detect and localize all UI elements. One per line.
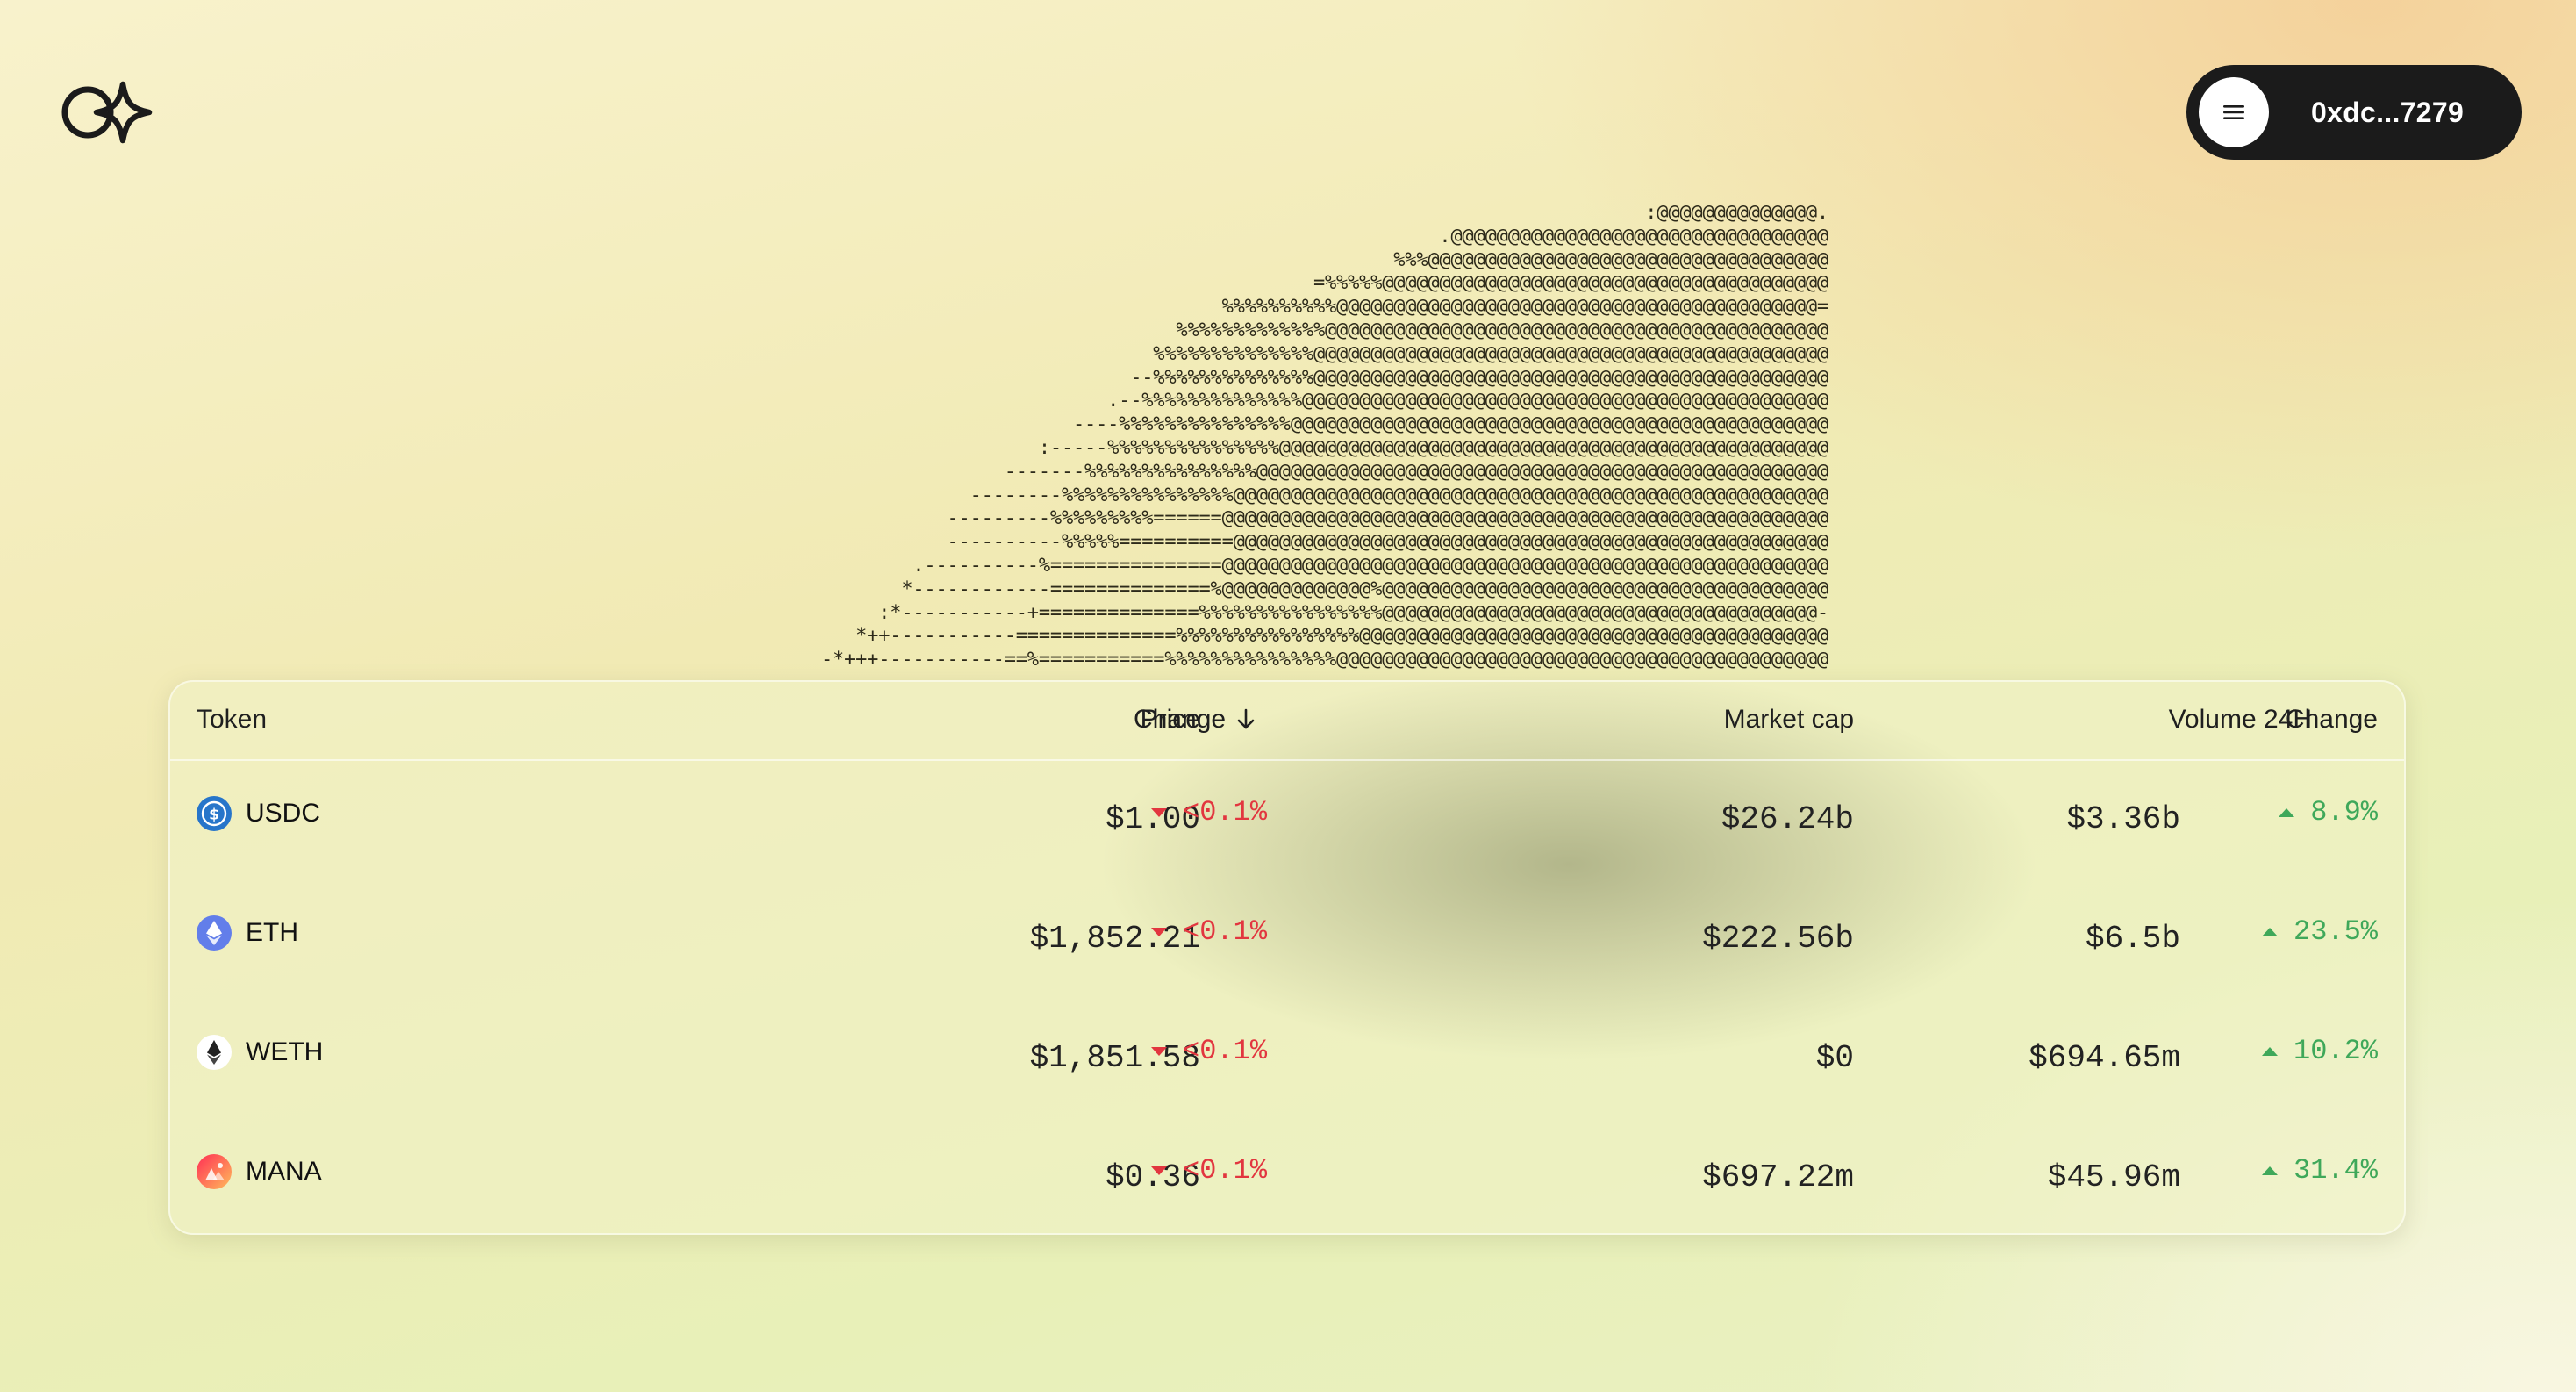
volume-change-cell: 23.5% bbox=[2261, 915, 2378, 948]
usdc-icon: $ bbox=[197, 796, 232, 831]
triangle-down-icon bbox=[1151, 807, 1167, 817]
triangle-up-icon bbox=[2279, 807, 2295, 817]
volume-change-value: 23.5% bbox=[2293, 915, 2378, 948]
table-row[interactable]: WETH $1,851.58 <0.1% $0 $694.65m 10.2% bbox=[170, 998, 2404, 1117]
change-cell: <0.1% bbox=[1151, 796, 1267, 829]
change-cell: <0.1% bbox=[1151, 915, 1267, 948]
table-row[interactable]: MANA $0.36 <0.1% $697.22m $45.96m 31.4% bbox=[170, 1117, 2404, 1233]
eth-icon bbox=[197, 915, 232, 951]
table-header: Token Price Change Market cap Volume 24H… bbox=[170, 682, 2404, 761]
triangle-down-icon bbox=[1151, 927, 1167, 936]
market-cap-cell: $26.24b bbox=[1721, 801, 1854, 837]
volume-cell: $45.96m bbox=[2047, 1159, 2180, 1195]
change-value: <0.1% bbox=[1183, 1035, 1268, 1067]
token-cell: ETH bbox=[197, 915, 298, 951]
token-name: WETH bbox=[246, 1037, 324, 1066]
triangle-down-icon bbox=[1151, 1046, 1167, 1056]
volume-change-value: 31.4% bbox=[2293, 1154, 2378, 1187]
volume-change-value: 8.9% bbox=[2310, 796, 2378, 829]
arrow-down-icon bbox=[1237, 708, 1255, 729]
token-cell: MANA bbox=[197, 1154, 322, 1189]
column-header-change[interactable]: Change bbox=[1134, 705, 1256, 735]
column-header-token: Token bbox=[197, 705, 268, 734]
change-value: <0.1% bbox=[1183, 915, 1268, 948]
change-value: <0.1% bbox=[1183, 1154, 1268, 1187]
triangle-up-icon bbox=[2261, 1166, 2278, 1175]
volume-change-cell: 31.4% bbox=[2261, 1154, 2378, 1187]
logo-icon[interactable] bbox=[56, 79, 154, 146]
triangle-down-icon bbox=[1151, 1166, 1167, 1175]
triangle-up-icon bbox=[2261, 1046, 2278, 1056]
column-header-change-label: Change bbox=[1134, 705, 1227, 734]
token-cell: WETH bbox=[197, 1035, 323, 1070]
volume-change-cell: 8.9% bbox=[2279, 796, 2378, 829]
triangle-up-icon bbox=[2261, 927, 2278, 936]
volume-cell: $6.5b bbox=[2085, 921, 2180, 957]
column-header-market-cap[interactable]: Market cap bbox=[1724, 705, 1854, 735]
mana-icon bbox=[197, 1154, 232, 1189]
token-name: ETH bbox=[246, 918, 298, 947]
table-row[interactable]: $ USDC $1.00 <0.1% $26.24b $3.36b 8.9% bbox=[170, 759, 2404, 879]
ascii-sun-art: :@@@@@@@@@@@@@@. .@@@@@@@@@@@@@@@@@@@@@@… bbox=[821, 202, 1828, 671]
volume-cell: $694.65m bbox=[2029, 1040, 2180, 1076]
volume-change-cell: 10.2% bbox=[2261, 1035, 2378, 1067]
wallet-button[interactable]: 0xdc...7279 bbox=[2186, 65, 2522, 160]
token-name: MANA bbox=[246, 1157, 322, 1186]
token-table: Token Price Change Market cap Volume 24H… bbox=[168, 680, 2406, 1235]
hamburger-menu-icon[interactable] bbox=[2199, 77, 2269, 147]
table-row[interactable]: ETH $1,852.21 <0.1% $222.56b $6.5b 23.5% bbox=[170, 879, 2404, 998]
volume-cell: $3.36b bbox=[2066, 801, 2180, 837]
column-header-volume-change[interactable]: Change bbox=[2286, 705, 2378, 735]
change-value: <0.1% bbox=[1183, 796, 1268, 829]
change-cell: <0.1% bbox=[1151, 1035, 1267, 1067]
token-name: USDC bbox=[246, 799, 321, 828]
weth-icon bbox=[197, 1035, 232, 1070]
svg-text:$: $ bbox=[209, 807, 219, 824]
volume-change-value: 10.2% bbox=[2293, 1035, 2378, 1067]
change-cell: <0.1% bbox=[1151, 1154, 1267, 1187]
token-cell: $ USDC bbox=[197, 796, 320, 831]
market-cap-cell: $697.22m bbox=[1702, 1159, 1854, 1195]
market-cap-cell: $222.56b bbox=[1702, 921, 1854, 957]
wallet-address: 0xdc...7279 bbox=[2311, 96, 2465, 128]
market-cap-cell: $0 bbox=[1815, 1040, 1854, 1076]
